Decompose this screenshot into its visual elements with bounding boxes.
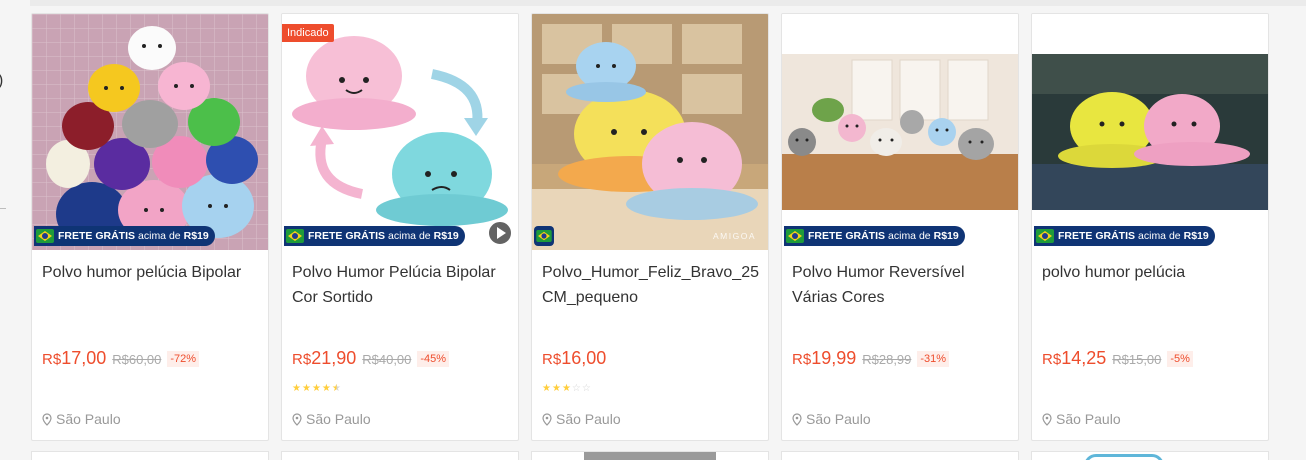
- product-image[interactable]: Indicado FRETE GRÁTIS acima de R$19: [282, 14, 518, 250]
- price-row: R$ 19,99 R$28,99 -31%: [792, 348, 950, 369]
- seller-location: São Paulo: [42, 411, 121, 427]
- price-row: R$ 21,90 R$40,00 -45%: [292, 348, 450, 369]
- product-image[interactable]: FRETE GRÁTIS acima de R$19: [32, 14, 268, 250]
- product-card[interactable]: FRETE GRÁTIS acima de R$19 Polvo humor p…: [31, 13, 269, 441]
- location-pin-icon: [1042, 412, 1052, 426]
- top-strip: [30, 0, 1306, 6]
- current-price: 17,00: [61, 348, 107, 368]
- product-card[interactable]: FRETE GRÁTIS acima de R$19 polvo humor p…: [1031, 13, 1269, 441]
- brazil-flag-icon: [534, 226, 554, 246]
- product-card-partial[interactable]: [781, 451, 1019, 460]
- star-icon: ★: [542, 383, 551, 394]
- original-price: R$60,00: [112, 352, 162, 367]
- product-card-partial[interactable]: [281, 451, 519, 460]
- sidebar-edge: ): [0, 0, 30, 460]
- location-pin-icon: [42, 412, 52, 426]
- product-image[interactable]: AMIGOA: [532, 14, 768, 250]
- star-icon: ★: [301, 383, 311, 394]
- current-price: 14,25: [1061, 348, 1107, 368]
- sidebar-partial-text: ): [0, 72, 3, 90]
- price-row: R$ 14,25 R$15,00 -5%: [1042, 348, 1193, 369]
- brazil-flag-icon: [36, 229, 54, 243]
- original-price: R$40,00: [362, 352, 412, 367]
- star-icon: ☆: [581, 383, 591, 394]
- currency-symbol: R$: [792, 351, 812, 368]
- product-card[interactable]: FRETE GRÁTIS acima de R$19 Polvo Humor R…: [781, 13, 1019, 441]
- currency-symbol: R$: [542, 351, 562, 368]
- free-shipping-badge: FRETE GRÁTIS acima de R$19: [784, 226, 965, 246]
- play-icon[interactable]: [488, 221, 512, 245]
- location-pin-icon: [292, 412, 302, 426]
- free-shipping-badge: FRETE GRÁTIS acima de R$19: [284, 226, 465, 246]
- brazil-flag-icon: [1036, 229, 1054, 243]
- image-watermark: AMIGOA: [712, 231, 756, 241]
- product-image-partial: [584, 452, 716, 460]
- sidebar-divider: [0, 208, 6, 209]
- discount-badge: -31%: [917, 351, 950, 367]
- half-star-icon: ★: [331, 383, 341, 394]
- product-image-partial: [1084, 454, 1164, 460]
- currency-symbol: R$: [1042, 351, 1062, 368]
- brazil-flag-icon: [786, 229, 804, 243]
- original-price: R$28,99: [862, 352, 912, 367]
- indicado-badge: Indicado: [282, 24, 334, 42]
- product-title[interactable]: Polvo Humor Pelúcia Bipolar Cor Sortido: [292, 260, 510, 310]
- currency-symbol: R$: [292, 351, 312, 368]
- star-icon: ★: [561, 383, 571, 394]
- current-price: 21,90: [311, 348, 357, 368]
- star-icon: ★: [321, 383, 331, 394]
- product-card-partial[interactable]: [1031, 451, 1269, 460]
- brazil-flag-icon: [286, 229, 304, 243]
- discount-badge: -72%: [167, 351, 200, 367]
- star-icon: ★: [292, 383, 301, 394]
- discount-badge: -5%: [1167, 351, 1193, 367]
- discount-badge: -45%: [417, 351, 450, 367]
- star-icon: ☆: [571, 383, 581, 394]
- star-icon: ★: [311, 383, 321, 394]
- free-shipping-badge: FRETE GRÁTIS acima de R$19: [1034, 226, 1215, 246]
- product-card[interactable]: Indicado FRETE GRÁTIS acima de R$19 Polv…: [281, 13, 519, 441]
- star-rating: ★ ★ ★ ☆ ☆: [542, 384, 591, 394]
- product-title[interactable]: Polvo_Humor_Feliz_Bravo_25CM_pequeno: [542, 260, 760, 310]
- price-row: R$ 16,00: [542, 348, 606, 369]
- product-card-partial[interactable]: [31, 451, 269, 460]
- currency-symbol: R$: [42, 351, 62, 368]
- product-title[interactable]: Polvo Humor Reversível Várias Cores: [792, 260, 1010, 310]
- seller-location: São Paulo: [542, 411, 621, 427]
- star-icon: ★: [551, 383, 561, 394]
- price-row: R$ 17,00 R$60,00 -72%: [42, 348, 200, 369]
- seller-location: São Paulo: [1042, 411, 1121, 427]
- product-title[interactable]: polvo humor pelúcia: [1042, 260, 1260, 285]
- product-title[interactable]: Polvo humor pelúcia Bipolar: [42, 260, 260, 285]
- product-image[interactable]: FRETE GRÁTIS acima de R$19: [782, 14, 1018, 250]
- current-price: 19,99: [811, 348, 857, 368]
- product-image[interactable]: FRETE GRÁTIS acima de R$19: [1032, 14, 1268, 250]
- location-pin-icon: [542, 412, 552, 426]
- original-price: R$15,00: [1112, 352, 1162, 367]
- star-rating: ★ ★ ★ ★ ★: [292, 384, 341, 394]
- product-card[interactable]: AMIGOA Polvo_Humor_Feliz_Bravo_25CM_pequ…: [531, 13, 769, 441]
- current-price: 16,00: [561, 348, 607, 368]
- free-shipping-badge: FRETE GRÁTIS acima de R$19: [34, 226, 215, 246]
- product-card-partial[interactable]: [531, 451, 769, 460]
- seller-location: São Paulo: [792, 411, 871, 427]
- seller-location: São Paulo: [292, 411, 371, 427]
- location-pin-icon: [792, 412, 802, 426]
